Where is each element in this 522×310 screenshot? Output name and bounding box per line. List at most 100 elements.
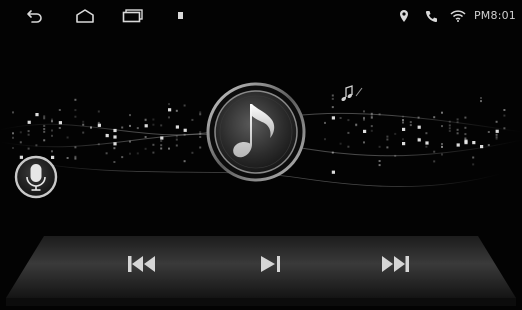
notification-dot-icon <box>177 11 185 21</box>
visualizer-dot <box>113 147 116 150</box>
visualizer-dot <box>43 115 46 118</box>
visualizer-dot <box>456 143 460 147</box>
visualizer-dot <box>324 121 326 124</box>
visualizer-dot <box>51 134 53 137</box>
visualizer-dot <box>464 137 467 140</box>
visualizer-dot <box>347 131 350 134</box>
visualizer-dot <box>448 127 451 130</box>
visualizer-dot <box>199 146 202 149</box>
visualizer-dot <box>97 124 100 127</box>
visualizer-dot <box>409 121 412 124</box>
visualizer-dot <box>441 145 443 148</box>
visualizer-dot <box>331 106 334 109</box>
visualizer-dot <box>144 124 148 128</box>
visualizer-dot <box>152 151 155 154</box>
visualizer-dot <box>417 125 421 129</box>
visualizer-dot <box>495 133 498 136</box>
play-pause-button[interactable] <box>250 252 294 280</box>
visualizer-dot <box>43 139 46 142</box>
visualizer-dot <box>386 138 389 141</box>
visualizer-dot <box>199 133 202 135</box>
visualizer-dot <box>74 98 77 101</box>
visualizer-dot <box>456 132 459 135</box>
visualizer-dot <box>339 142 342 145</box>
visualizer-dot <box>82 123 85 126</box>
visualizer-dot <box>417 137 420 140</box>
visualizer-dot <box>425 145 428 148</box>
visualizer-dot <box>363 116 365 119</box>
visualizer-dot <box>66 157 69 159</box>
visualizer-dot <box>425 132 428 135</box>
visualizer-dot <box>402 138 404 141</box>
visualizer-dot <box>495 120 498 123</box>
visualizer-dot <box>495 136 498 138</box>
visualizer-dot <box>12 132 14 135</box>
visualizer-dot <box>113 128 117 133</box>
visualizer-dot <box>105 152 108 155</box>
visualizer-dot <box>175 125 179 129</box>
recent-apps-button[interactable] <box>120 6 146 26</box>
visualizer-dot <box>402 121 404 124</box>
visualizer-dot <box>347 145 350 148</box>
notification-indicator[interactable] <box>168 6 194 26</box>
visualizer-dot <box>199 131 202 134</box>
next-track-button[interactable] <box>373 252 417 280</box>
visualizer-dot <box>152 143 155 146</box>
visualizer-dot <box>35 144 38 147</box>
visualizer-dot <box>370 125 373 128</box>
visualizer-dot <box>472 156 475 159</box>
visualizer-dot <box>456 128 459 131</box>
visualizer-dot <box>144 147 147 150</box>
visualizer-dot <box>160 124 163 127</box>
visualizer-dot <box>129 124 131 127</box>
visualizer-dot <box>394 154 397 157</box>
voice-button[interactable] <box>14 155 58 199</box>
visualizer-dot <box>129 140 131 143</box>
visualizer-dot <box>394 132 397 135</box>
visualizer-dot <box>113 135 117 139</box>
visualizer-dot <box>331 116 335 120</box>
visualizer-dot <box>456 121 459 124</box>
visualizer-dot <box>97 143 100 146</box>
visualizer-dot <box>331 170 335 174</box>
play-pause-icon <box>257 254 287 278</box>
visualizer-dot <box>168 108 172 112</box>
visualizer-dot <box>464 141 468 145</box>
visualizer-dot <box>480 145 484 149</box>
visualizer-dot <box>168 116 170 119</box>
visualizer-dot <box>43 117 46 120</box>
previous-track-button[interactable] <box>120 252 164 280</box>
status-bar: PM8:01 <box>0 0 522 32</box>
visualizer-dot <box>129 152 131 155</box>
back-button[interactable] <box>22 6 48 26</box>
visualizer-dot <box>27 133 30 136</box>
visualizer-dot <box>113 161 116 163</box>
visualizer-dot <box>441 143 443 145</box>
visualizer-dot <box>331 151 334 154</box>
visualizer-dot <box>480 100 482 103</box>
visualizer-dot <box>448 120 451 123</box>
visualizer-dot <box>448 130 451 132</box>
visualizer-dot <box>97 110 100 113</box>
visualizer-dot <box>35 113 39 117</box>
visualizer-dot <box>51 129 53 132</box>
visualizer-dot <box>175 138 178 141</box>
visualizer-dot <box>448 124 451 127</box>
visualizer-dot <box>386 135 389 138</box>
home-button[interactable] <box>72 6 98 26</box>
visualizer-dot <box>433 160 436 163</box>
visualizer-dot <box>27 130 30 133</box>
visualizer-dot <box>363 141 365 144</box>
visualizer-dot <box>175 135 178 138</box>
visualizer-dot <box>370 115 373 118</box>
location-pin-icon <box>399 7 409 25</box>
phone-icon <box>425 7 438 25</box>
album-art-disc[interactable] <box>206 82 306 182</box>
visualizer-dot <box>339 117 342 119</box>
next-track-icon <box>378 254 412 278</box>
visualizer-dot <box>160 144 163 147</box>
visualizer-dot <box>27 120 31 124</box>
visualizer-dot <box>168 103 170 106</box>
visualizer-dot <box>121 156 124 159</box>
visualizer-dot <box>74 146 77 149</box>
